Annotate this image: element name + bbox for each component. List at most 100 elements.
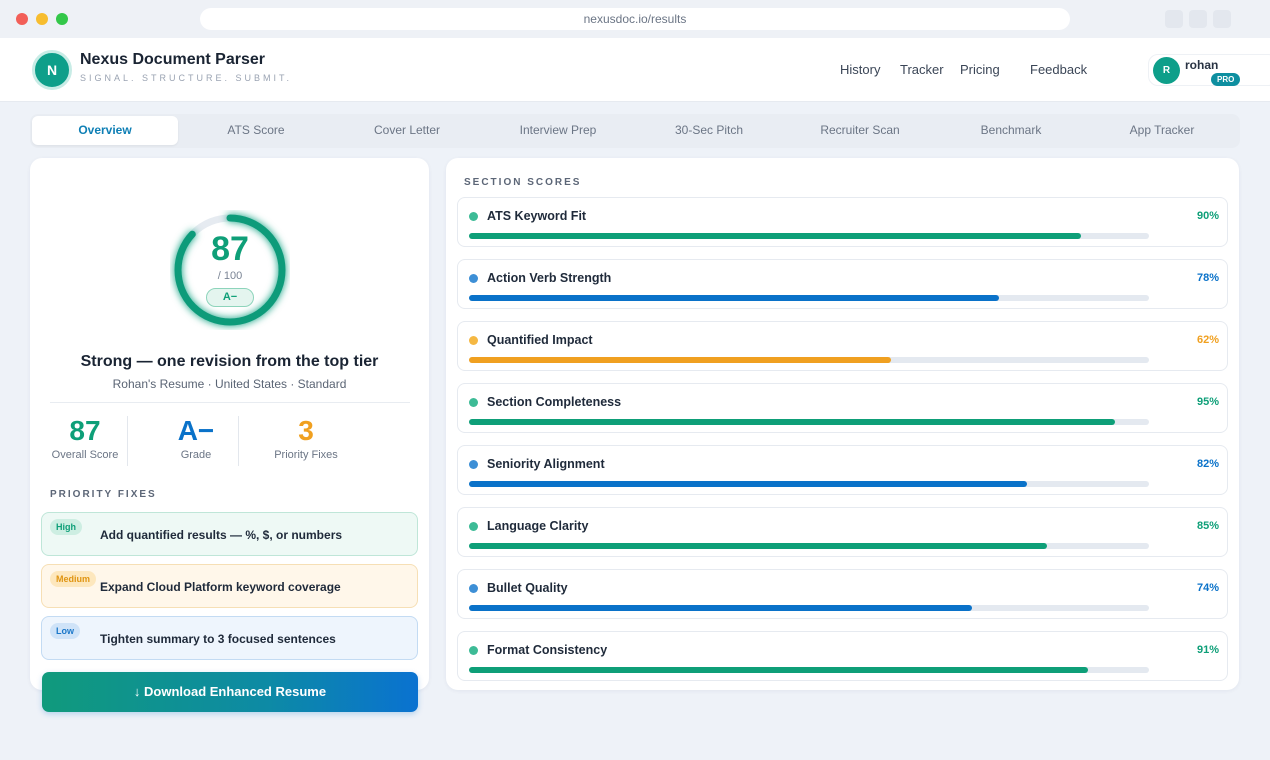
stat-label: Grade <box>180 449 212 461</box>
priority-fix-item[interactable]: Medium Expand Cloud Platform keyword cov… <box>41 564 418 608</box>
app-logo[interactable]: N <box>32 50 72 90</box>
section-score-row[interactable]: Language Clarity 85% <box>457 507 1228 557</box>
section-score-percent: 85% <box>1196 520 1219 532</box>
section-score-row[interactable]: Section Completeness 95% <box>457 383 1228 433</box>
status-dot-icon <box>469 584 478 593</box>
tab-benchmark[interactable]: Benchmark <box>938 116 1084 145</box>
section-score-progress-fill <box>469 233 1081 239</box>
section-score-row[interactable]: Format Consistency 91% <box>457 631 1228 681</box>
nav-tracker[interactable]: Tracker <box>900 62 944 77</box>
browser-chrome: nexusdoc.io/results <box>0 0 1270 38</box>
overview-card: 87 / 100 A− Strong — one revision from t… <box>30 158 429 690</box>
address-bar[interactable]: nexusdoc.io/results <box>200 8 1070 30</box>
section-score-progress-track <box>469 233 1149 239</box>
section-score-row[interactable]: ATS Keyword Fit 90% <box>457 197 1228 247</box>
section-score-progress-fill <box>469 667 1088 673</box>
section-score-progress-track <box>469 605 1149 611</box>
section-score-progress-fill <box>469 543 1047 549</box>
nav-pricing[interactable]: Pricing <box>960 62 1000 77</box>
stat-label: Priority Fixes <box>274 449 338 461</box>
section-score-name: Seniority Alignment <box>487 457 605 471</box>
section-score-progress-fill <box>469 481 1027 487</box>
browser-action-button[interactable] <box>1165 10 1183 28</box>
status-dot-icon <box>469 646 478 655</box>
section-score-progress-track <box>469 419 1149 425</box>
section-score-name: Bullet Quality <box>487 581 568 595</box>
tab-interview-prep[interactable]: Interview Prep <box>485 116 631 145</box>
section-score-percent: 91% <box>1196 644 1219 656</box>
section-score-name: Action Verb Strength <box>487 271 612 285</box>
section-score-name: ATS Keyword Fit <box>487 209 587 223</box>
status-dot-icon <box>469 398 478 407</box>
section-score-row[interactable]: Action Verb Strength 78% <box>457 259 1228 309</box>
grade-badge: A− <box>206 288 254 307</box>
priority-badge-medium: Medium <box>50 571 97 587</box>
status-dot-icon <box>469 460 478 469</box>
section-score-progress-track <box>469 543 1149 549</box>
section-score-name: Quantified Impact <box>487 333 593 347</box>
plan-badge: PRO <box>1211 73 1241 86</box>
close-window-button[interactable] <box>16 13 28 25</box>
nav-feedback[interactable]: Feedback <box>1030 62 1087 77</box>
priority-fix-text: Expand Cloud Platform keyword coverage <box>100 580 341 594</box>
browser-action-button[interactable] <box>1213 10 1231 28</box>
priority-fix-item[interactable]: High Add quantified results — %, $, or n… <box>41 512 418 556</box>
nav-history[interactable]: History <box>840 62 880 77</box>
priority-badge-high: High <box>50 519 82 535</box>
stat-value: 3 <box>298 415 314 446</box>
stat-label: Overall Score <box>51 449 119 461</box>
tab-overview[interactable]: Overview <box>32 116 178 145</box>
section-score-row[interactable]: Bullet Quality 74% <box>457 569 1228 619</box>
username: rohan <box>1185 58 1219 72</box>
priority-fixes-heading: PRIORITY FIXES <box>50 489 157 500</box>
stat-value: 87 <box>69 415 101 446</box>
section-score-name: Section Completeness <box>487 395 622 409</box>
section-score-name: Format Consistency <box>487 643 608 657</box>
tab-recruiter-scan[interactable]: Recruiter Scan <box>787 116 933 145</box>
section-score-name: Language Clarity <box>487 519 589 533</box>
resume-meta: Rohan's Resume · United States · Standar… <box>112 377 347 391</box>
divider <box>238 416 239 466</box>
tab-30-sec-pitch[interactable]: 30-Sec Pitch <box>636 116 782 145</box>
section-score-progress-fill <box>469 295 1000 301</box>
section-score-percent: 78% <box>1196 272 1219 284</box>
section-scores-card: SECTION SCORES ATS Keyword Fit 90% Action … <box>446 158 1239 690</box>
divider <box>127 416 128 466</box>
stat-value: A− <box>177 415 215 446</box>
status-dot-icon <box>469 336 478 345</box>
section-score-progress-fill <box>469 419 1115 425</box>
status-dot-icon <box>469 274 478 283</box>
tab-cover-letter[interactable]: Cover Letter <box>334 116 480 145</box>
section-score-row[interactable]: Quantified Impact 62% <box>457 321 1228 371</box>
section-scores-heading: SECTION SCORES <box>464 177 582 188</box>
status-dot-icon <box>469 212 478 221</box>
section-score-progress-track <box>469 667 1149 673</box>
section-score-percent: 95% <box>1196 396 1219 408</box>
tab-app-tracker[interactable]: App Tracker <box>1089 116 1235 145</box>
section-score-progress-track <box>469 357 1149 363</box>
score-max: / 100 <box>217 270 243 282</box>
divider <box>50 402 410 403</box>
minimize-window-button[interactable] <box>36 13 48 25</box>
score-ring: 87 / 100 A− <box>170 210 290 330</box>
tab-bar: Overview ATS Score Cover Letter Intervie… <box>30 114 1240 148</box>
download-enhanced-resume-button[interactable]: ↓ Download Enhanced Resume <box>42 672 418 712</box>
tab-ats-score[interactable]: ATS Score <box>183 116 329 145</box>
section-score-row[interactable]: Seniority Alignment 82% <box>457 445 1228 495</box>
avatar: R <box>1153 57 1180 84</box>
priority-fix-item[interactable]: Low Tighten summary to 3 focused sentenc… <box>41 616 418 660</box>
section-score-progress-fill <box>469 357 891 363</box>
section-score-percent: 74% <box>1196 582 1219 594</box>
priority-fix-text: Tighten summary to 3 focused sentences <box>100 632 336 646</box>
user-menu[interactable]: R rohan PRO <box>1148 54 1270 86</box>
verdict-heading: Strong — one revision from the top tier <box>80 353 379 370</box>
maximize-window-button[interactable] <box>56 13 68 25</box>
section-score-progress-fill <box>469 605 973 611</box>
browser-action-button[interactable] <box>1189 10 1207 28</box>
section-score-percent: 62% <box>1196 334 1219 346</box>
stat-priority-fixes: 3 Priority Fixes <box>251 414 361 461</box>
score-value: 87 <box>211 230 249 268</box>
priority-badge-low: Low <box>50 623 80 639</box>
section-score-progress-track <box>469 295 1149 301</box>
app-title: Nexus Document Parser <box>80 51 265 68</box>
